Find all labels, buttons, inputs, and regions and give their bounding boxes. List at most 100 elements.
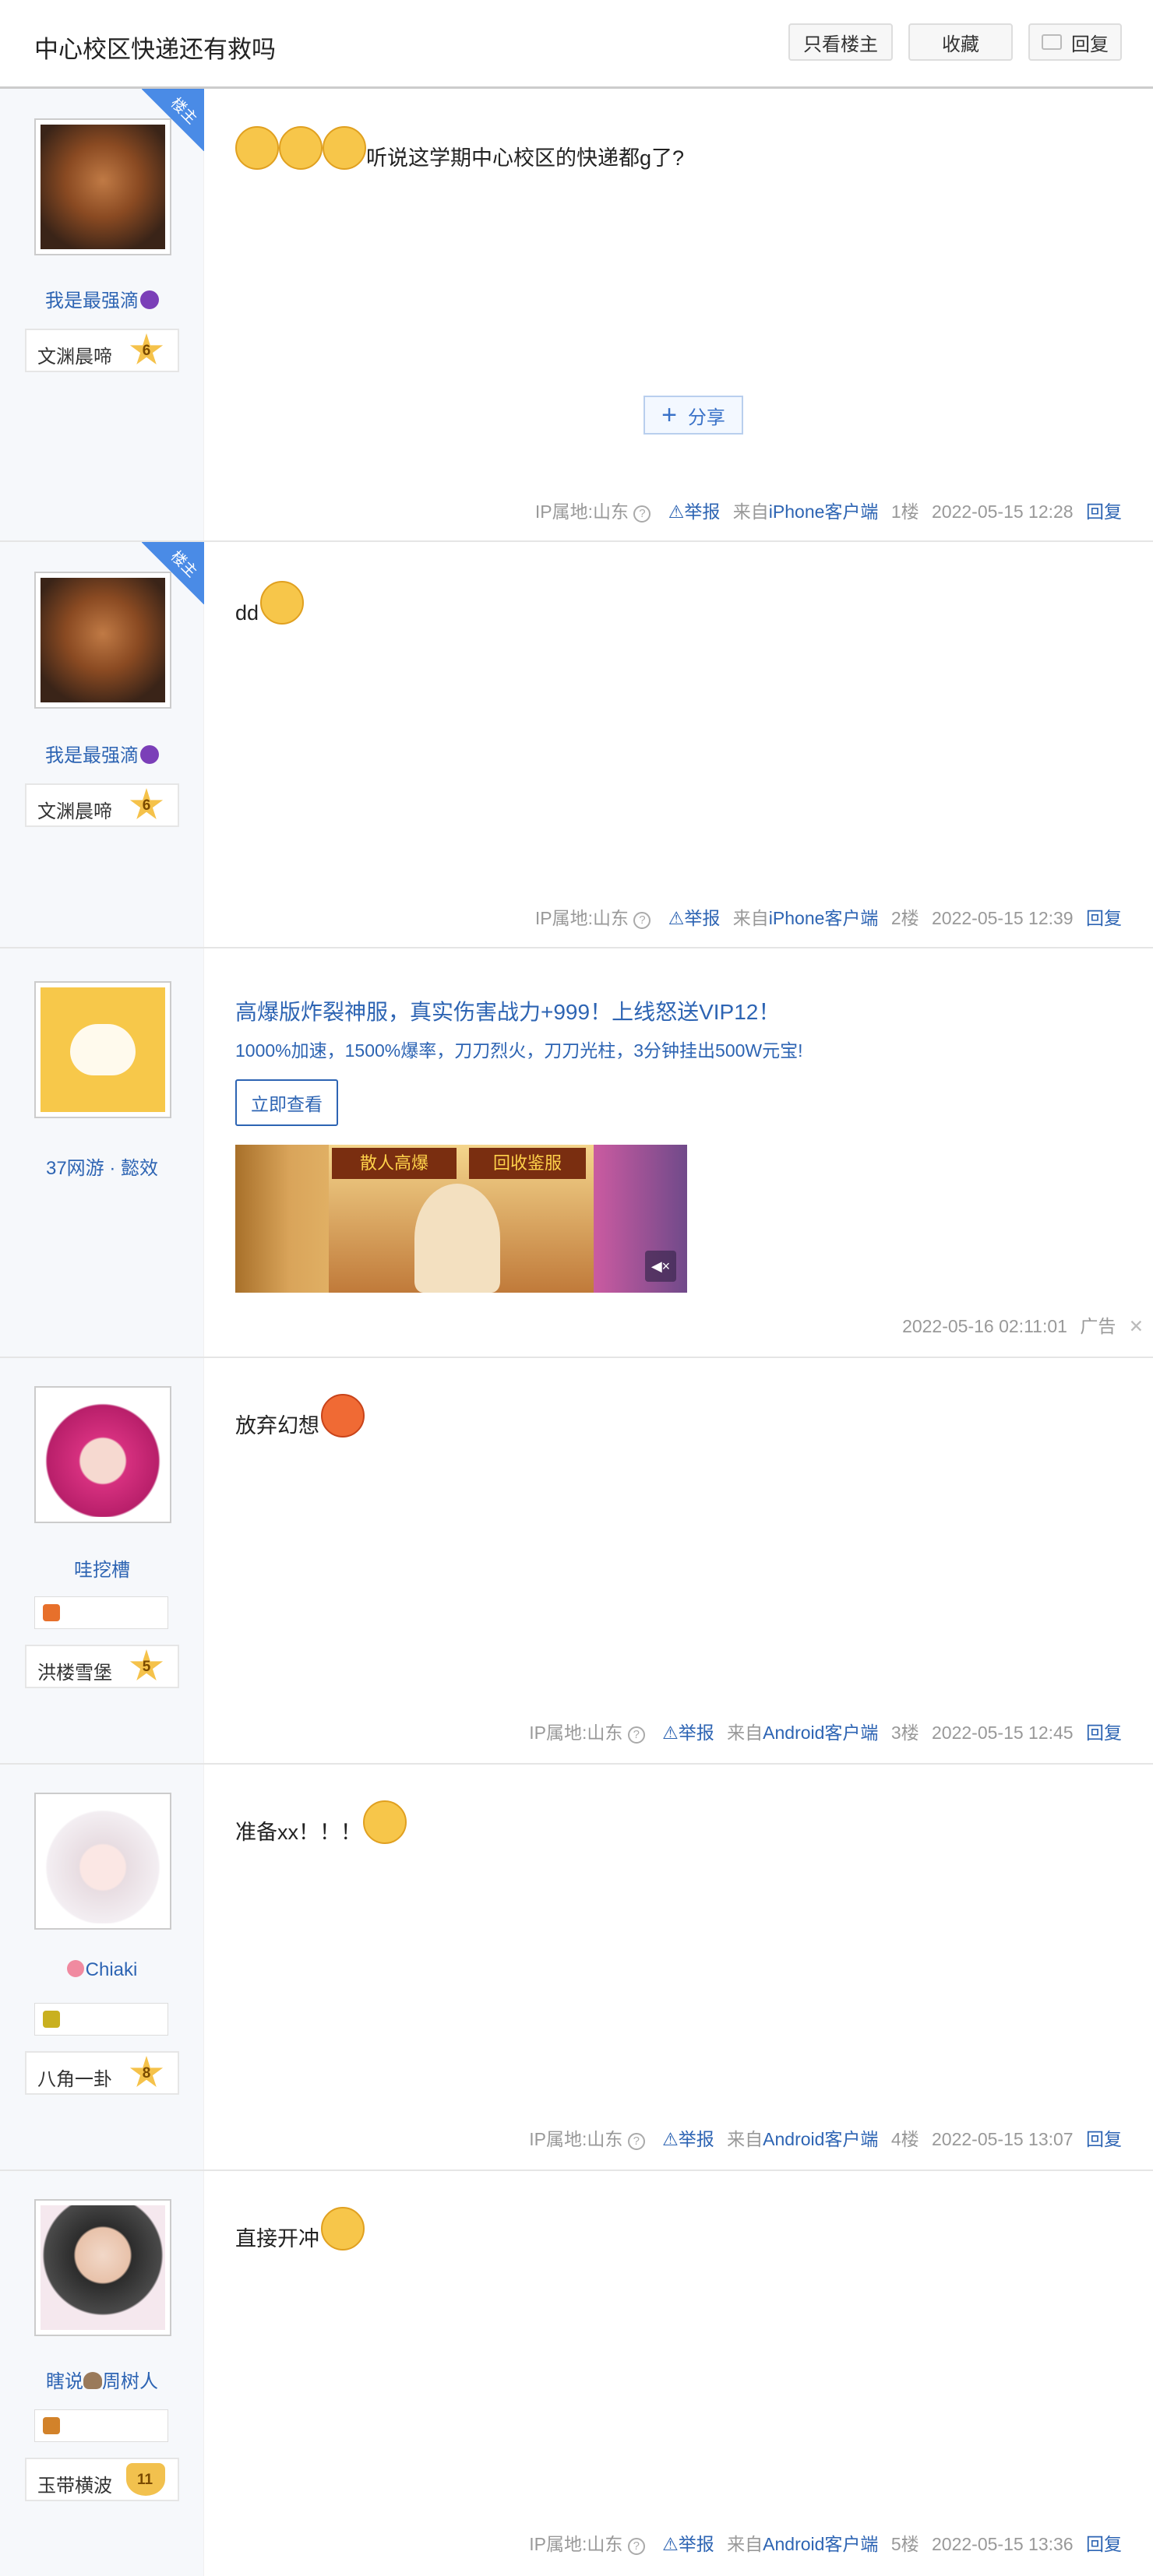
avatar-image	[41, 1392, 165, 1517]
close-icon[interactable]: ✕	[1129, 1316, 1144, 1336]
client-link[interactable]: Android客户端	[763, 2534, 878, 2554]
source-prefix: 来自	[727, 1723, 763, 1743]
username[interactable]: 哇挖槽	[0, 1554, 204, 1582]
floor-number: 3楼	[890, 1723, 919, 1743]
level-badge[interactable]: 玉带横波 11	[25, 2458, 179, 2501]
ad-image[interactable]: 散人高爆 回收鉴服 ◀×	[235, 1145, 687, 1293]
report-link[interactable]: ⚠举报	[662, 2129, 714, 2149]
username-text[interactable]: Chiaki	[86, 1959, 138, 1980]
level-badge[interactable]: 洪楼雪堡 5	[25, 1645, 179, 1688]
report-link[interactable]: ⚠举报	[668, 501, 721, 522]
report-link[interactable]: ⚠举报	[662, 1723, 714, 1743]
reply-link[interactable]: 回复	[1086, 2534, 1122, 2554]
source-prefix: 来自	[732, 908, 769, 928]
help-icon[interactable]: ?	[627, 1726, 645, 1744]
client-link[interactable]: iPhone客户端	[769, 501, 879, 522]
post-floor-4: Chiaki 八角一卦 8 准备xx！！！ IP属地:山东 ? ⚠举报 来自An…	[0, 1765, 1153, 2171]
post-time: 2022-05-15 13:07	[932, 2129, 1074, 2149]
ad-cta-button[interactable]: 立即查看	[235, 1079, 338, 1126]
report-label: 举报	[684, 501, 721, 522]
member-bar	[34, 1596, 168, 1629]
username[interactable]: 瞎说 周树人	[0, 2366, 204, 2393]
ad-image-text: 散人高爆	[332, 1148, 457, 1179]
op-badge-text: 楼主	[167, 95, 200, 128]
level-badge[interactable]: 八角一卦 8	[25, 2051, 179, 2095]
level-number: 8	[142, 2065, 151, 2082]
reply-button[interactable]: 回复	[1028, 23, 1122, 61]
op-badge-text: 楼主	[167, 548, 200, 581]
level-number: 6	[142, 797, 151, 814]
ip-location: IP属地:山东	[529, 1723, 623, 1743]
op-ribbon: 楼主	[142, 89, 204, 151]
floor-number: 2楼	[890, 908, 919, 928]
client-link[interactable]: iPhone客户端	[769, 908, 879, 928]
post-time: 2022-05-15 12:28	[932, 501, 1074, 522]
favorite-button[interactable]: 收藏	[908, 23, 1013, 61]
ad-image-text: 回收鉴服	[469, 1148, 586, 1179]
floor-number: 5楼	[890, 2534, 919, 2554]
level-number: 11	[136, 2472, 153, 2488]
post-content: 放弃幻想	[235, 1394, 365, 1439]
advertiser-logo	[41, 987, 165, 1112]
username[interactable]: Chiaki	[0, 1959, 204, 1981]
laughing-emoji-icon	[363, 1800, 407, 1844]
ip-location: IP属地:山东	[529, 2534, 623, 2554]
post-content: dd	[235, 581, 305, 625]
ad-meta: 2022-05-16 02:11:01 广告 ✕	[902, 1311, 1144, 1338]
author-panel: 瞎说 周树人 玉带横波 11	[0, 2171, 204, 2576]
ad-character-figure	[414, 1184, 500, 1293]
ad-title[interactable]: 高爆版炸裂神服，真实伤害战力+999！上线怒送VIP12！	[235, 995, 780, 1026]
username-text[interactable]: 我是最强滴	[45, 745, 139, 766]
share-button[interactable]: + 分享	[643, 396, 743, 435]
post-time: 2022-05-15 12:45	[932, 1723, 1074, 1743]
help-icon[interactable]: ?	[633, 912, 651, 929]
username-prefix[interactable]: 瞎说	[46, 2371, 83, 2392]
post-content: 准备xx！！！	[235, 1800, 407, 1846]
mute-icon[interactable]: ◀×	[645, 1251, 676, 1282]
report-label: 举报	[678, 1723, 714, 1743]
advertiser-avatar[interactable]	[34, 981, 171, 1118]
reply-link[interactable]: 回复	[1086, 908, 1122, 928]
level-badge[interactable]: 文渊晨啼 6	[25, 783, 179, 827]
avatar[interactable]	[34, 1793, 171, 1930]
post-floor-5: 瞎说 周树人 玉带横波 11 直接开冲 IP属地:山东 ? ⚠举报 来自Andro…	[0, 2171, 1153, 2576]
crying-emoji-icon	[260, 581, 305, 625]
only-op-button[interactable]: 只看楼主	[788, 23, 893, 61]
post-footer: IP属地:山东 ? ⚠举报 来自iPhone客户端 1楼 2022-05-15 …	[535, 497, 1122, 523]
help-icon[interactable]: ?	[627, 2133, 645, 2150]
post-content: 听说这学期中心校区的快递都g了?	[235, 126, 684, 171]
post-text: 准备xx！！！	[235, 1821, 361, 1844]
avatar[interactable]	[34, 2199, 171, 2336]
post-floor-3: 哇挖槽 洪楼雪堡 5 放弃幻想 IP属地:山东 ? ⚠举报 来自Android客…	[0, 1358, 1153, 1765]
report-link[interactable]: ⚠举报	[662, 2534, 714, 2554]
client-link[interactable]: Android客户端	[763, 2129, 878, 2149]
comment-icon	[1042, 34, 1062, 50]
reply-link[interactable]: 回复	[1086, 1723, 1122, 1743]
devil-emoji-icon	[140, 290, 159, 309]
post-footer: IP属地:山东 ? ⚠举报 来自Android客户端 4楼 2022-05-15…	[529, 2124, 1122, 2151]
op-ribbon: 楼主	[142, 542, 204, 604]
ad-description[interactable]: 1000%加速，1500%爆率，刀刀烈火，刀刀光柱，3分钟挂出500W元宝!	[235, 1036, 803, 1062]
advertiser-name[interactable]: 37网游 · 懿效	[0, 1153, 204, 1180]
username-text[interactable]: 我是最强滴	[45, 290, 139, 311]
flower-icon	[66, 1960, 84, 1977]
post-floor-2: 我是最强滴 文渊晨啼 6 楼主 dd IP属地:山东 ? ⚠举报 来自iPhon…	[0, 542, 1153, 948]
monkey-emoji-icon	[83, 2372, 102, 2389]
devil-emoji-icon	[140, 745, 159, 764]
smug-emoji-icon	[279, 126, 323, 170]
post-text: dd	[235, 601, 259, 625]
reply-link[interactable]: 回复	[1086, 501, 1122, 522]
avatar[interactable]	[34, 1386, 171, 1523]
username[interactable]: 我是最强滴	[0, 285, 204, 312]
ip-location: IP属地:山东	[534, 908, 629, 928]
reply-link[interactable]: 回复	[1086, 2129, 1122, 2149]
smug-emoji-icon	[323, 126, 366, 170]
help-icon[interactable]: ?	[633, 505, 651, 523]
source-prefix: 来自	[732, 501, 769, 522]
level-badge[interactable]: 文渊晨啼 6	[25, 329, 179, 372]
username[interactable]: 我是最强滴	[0, 740, 204, 767]
help-icon[interactable]: ?	[627, 2538, 645, 2555]
client-link[interactable]: Android客户端	[763, 1723, 878, 1743]
report-link[interactable]: ⚠举报	[668, 908, 721, 928]
username-text[interactable]: 周树人	[102, 2371, 158, 2392]
